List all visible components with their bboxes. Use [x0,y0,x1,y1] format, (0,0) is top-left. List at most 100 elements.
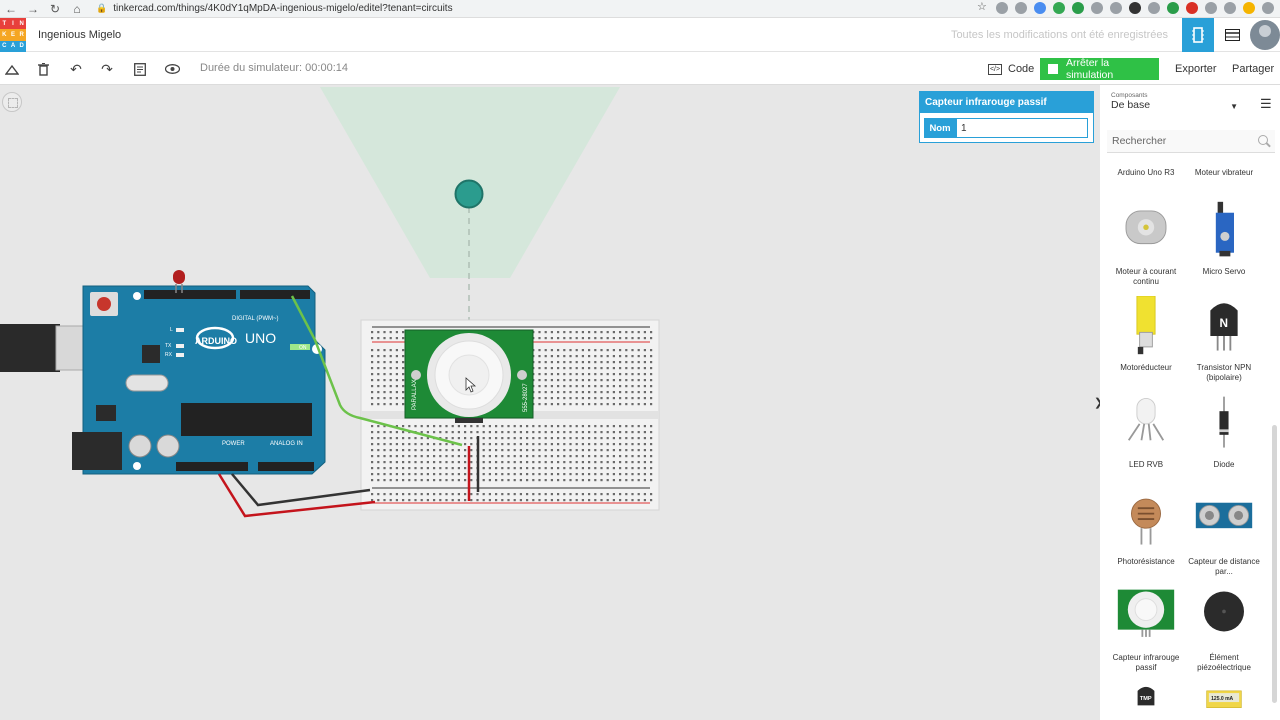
pir-sensor-module[interactable]: PARALLAX 555-28027 [404,329,534,423]
breadboard-hole [470,493,473,496]
component-rgb-led[interactable]: LED RVB [1106,393,1186,470]
extension-icon[interactable] [1129,2,1141,14]
home-icon[interactable]: ⌂ [66,0,88,18]
breadboard-hole [513,473,516,476]
schematic-view-button[interactable] [1216,18,1248,52]
tinkercad-logo[interactable]: TINKERCAD [0,18,26,52]
redo-icon[interactable]: ↷ [97,59,117,79]
delete-icon[interactable] [33,59,53,79]
panel-scrollbar[interactable] [1272,425,1277,703]
breadboard-hole [532,473,535,476]
component-pir-sensor[interactable]: Capteur infrarouge passif [1106,586,1186,672]
breadboard-hole [383,461,386,464]
extension-icon[interactable] [1148,2,1160,14]
extension-icon[interactable] [1072,2,1084,14]
logo-letter: N [17,18,26,30]
breadboard-hole [501,437,504,440]
extension-icon[interactable] [1186,2,1198,14]
component-multimeter[interactable]: 125.0 mA [1184,683,1264,720]
breadboard-hole [532,431,535,434]
breadboard-hole [643,425,646,428]
breadboard-hole [557,425,560,428]
forward-icon[interactable]: → [22,0,44,18]
breadboard-hole [519,437,522,440]
undo-icon[interactable]: ↶ [66,59,86,79]
breadboard-hole [581,385,584,388]
breadboard-hole [470,467,473,470]
logo-letter: D [17,40,26,52]
component-arduino-uno[interactable]: Arduino Uno R3 [1106,164,1186,178]
breadboard-hole [377,397,380,400]
component-vibration-motor[interactable]: Moteur vibrateur [1184,164,1264,178]
component-gear-motor[interactable]: Motoréducteur [1106,295,1186,373]
extension-icon[interactable] [1034,2,1046,14]
component-label: Moteur vibrateur [1194,168,1254,177]
avatar[interactable] [1250,20,1280,50]
breadboard-hole [402,437,405,440]
component-temperature-sensor[interactable]: TMP [1106,683,1186,720]
breadboard-hole [383,499,386,502]
breadboard-hole [544,449,547,452]
gnd-wire-black[interactable] [231,473,371,507]
lock-icon: 🔒 [96,3,108,13]
component-dc-motor[interactable]: Moteur à courant continu [1106,200,1186,286]
project-name[interactable]: Ingenious Migelo [38,29,121,41]
extension-icon[interactable] [1224,2,1236,14]
address-bar[interactable]: 🔒 tinkercad.com/things/4K0dY1qMpDA-ingen… [96,1,926,17]
breadboard-hole [470,455,473,458]
breadboard-hole [389,385,392,388]
stop-simulation-button[interactable]: Arrêter la simulation [1040,57,1159,81]
breadboard-hole [408,461,411,464]
url-text: tinkercad.com/things/4K0dY1qMpDA-ingenio… [113,3,453,14]
breadboard-hole [588,391,591,394]
extension-icon[interactable] [1205,2,1217,14]
breadboard-hole [377,443,380,446]
breadboard-hole [563,449,566,452]
eye-icon[interactable] [162,59,182,79]
component-diode[interactable]: Diode [1184,393,1264,470]
breadboard-hole [606,385,609,388]
breadboard-hole [637,449,640,452]
name-input[interactable]: 1 [956,118,1088,138]
list-view-icon[interactable]: ☰ [1260,96,1272,112]
search-input[interactable]: Rechercher [1107,130,1275,153]
export-button[interactable]: Exporter [1175,58,1217,80]
component-piezo[interactable]: Élément piézoélectrique [1184,586,1264,672]
extension-icon[interactable] [1015,2,1027,14]
breadboard-hole [631,455,634,458]
category-dropdown[interactable]: Composants De base ▼ [1104,92,1242,120]
arduino-uno-board[interactable]: ARDUINO UNO DIGITAL (PWM~) ANALOG IN POW… [72,285,326,475]
back-icon[interactable]: ← [0,0,22,18]
extension-icon[interactable] [996,2,1008,14]
extension-icon[interactable] [1243,2,1255,14]
component-photoresistor[interactable]: Photorésistance [1106,490,1186,567]
extension-icon[interactable] [1053,2,1065,14]
breadboard-hole [538,373,541,376]
share-button[interactable]: Partager [1232,58,1274,80]
capacitor [128,434,152,458]
workplane[interactable]: ARDUINO UNO DIGITAL (PWM~) ANALOG IN POW… [0,85,1100,720]
rotate-icon[interactable] [2,59,22,79]
component-ultrasonic-sensor[interactable]: Capteur de distance par... [1184,490,1264,576]
component-npn-transistor[interactable]: N Transistor NPN (bipolaire) [1184,296,1264,382]
circuit-view-button[interactable] [1182,18,1214,52]
star-icon[interactable]: ☆ [977,2,989,14]
code-button[interactable]: </> Code [982,58,1040,80]
breadboard-hole [402,455,405,458]
breadboard-hole [395,361,398,364]
breadboard-hole [550,349,553,352]
reload-icon[interactable]: ↻ [44,0,66,18]
extension-icon[interactable] [1167,2,1179,14]
breadboard-hole [420,461,423,464]
object-marker[interactable] [454,179,484,209]
notes-icon[interactable] [130,59,150,79]
extension-icon[interactable] [1091,2,1103,14]
extension-icon[interactable] [1110,2,1122,14]
extension-icon[interactable] [1262,2,1274,14]
breadboard-hole [513,455,516,458]
component-micro-servo[interactable]: Micro Servo [1184,200,1264,277]
breadboard-hole [451,493,454,496]
breadboard-hole [389,461,392,464]
breadboard-hole [495,461,498,464]
power-wire-red[interactable] [217,473,376,518]
